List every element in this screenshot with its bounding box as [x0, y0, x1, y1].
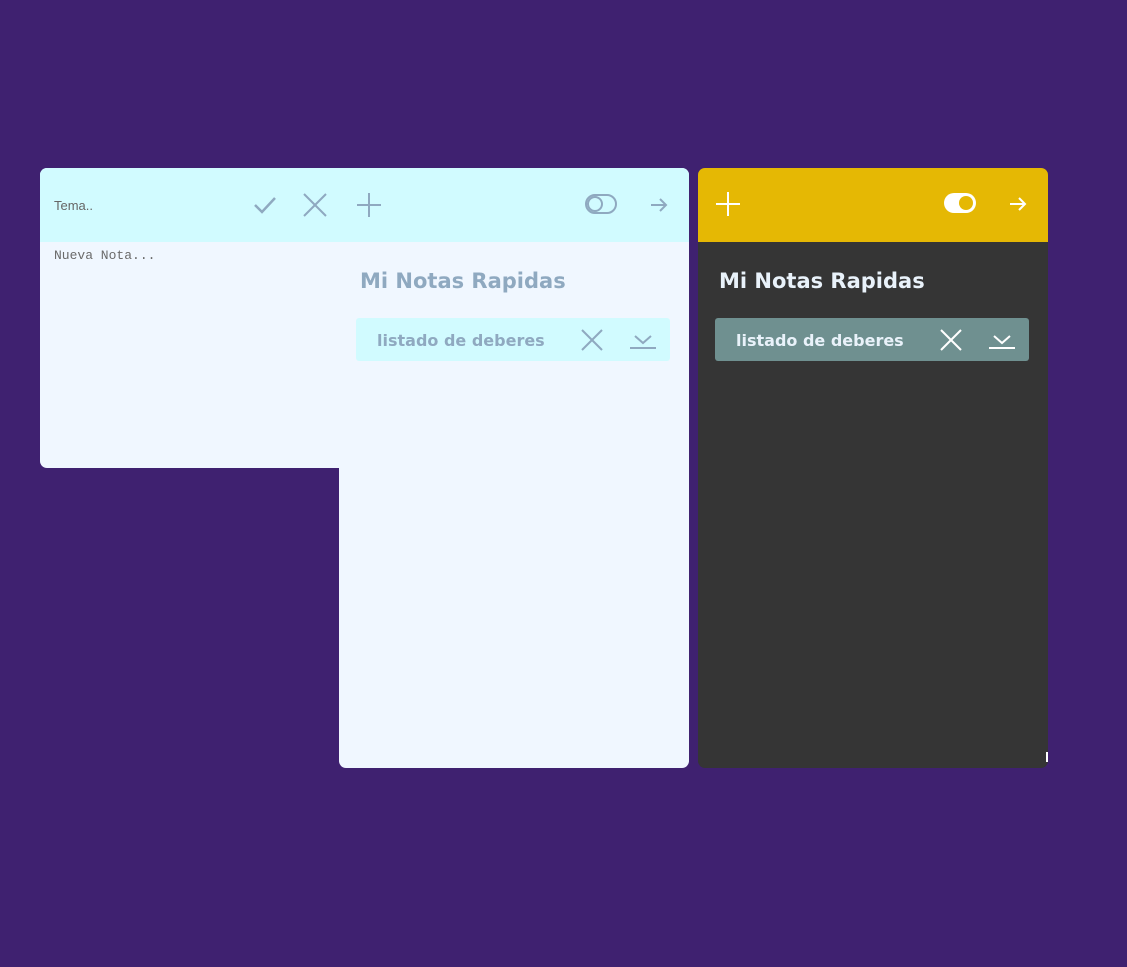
next-button[interactable] — [1006, 192, 1030, 216]
editor-header — [40, 168, 360, 242]
download-icon — [989, 335, 1015, 349]
close-icon — [581, 329, 603, 351]
save-note-button[interactable] — [250, 190, 280, 220]
plus-icon — [716, 192, 740, 216]
plus-icon — [357, 193, 381, 217]
theme-toggle[interactable] — [943, 192, 977, 214]
toggle-off-icon — [585, 194, 617, 214]
app-title: Mi Notas Rapidas — [360, 269, 566, 293]
app-title: Mi Notas Rapidas — [719, 269, 925, 293]
check-icon — [254, 197, 276, 214]
resize-handle — [1046, 752, 1048, 762]
discard-note-button[interactable] — [300, 190, 330, 220]
download-icon — [630, 335, 656, 349]
theme-toggle[interactable] — [584, 193, 618, 215]
download-note-button[interactable] — [987, 325, 1017, 355]
notes-app-light: Mi Notas Rapidas listado de deberes — [339, 168, 689, 768]
note-list-item[interactable]: listado de deberes — [356, 318, 670, 361]
add-note-button[interactable] — [712, 188, 744, 220]
note-item-label: listado de deberes — [377, 331, 545, 350]
note-editor-panel — [40, 168, 360, 468]
toggle-on-icon — [944, 193, 976, 213]
close-icon — [940, 329, 962, 351]
delete-note-button[interactable] — [936, 325, 966, 355]
download-note-button[interactable] — [628, 325, 658, 355]
app-header — [339, 168, 689, 242]
notes-app-dark: Mi Notas Rapidas listado de deberes — [698, 168, 1048, 768]
add-note-button[interactable] — [353, 189, 385, 221]
page-background: Mi Notas Rapidas listado de deberes — [0, 0, 1127, 967]
close-icon — [303, 193, 327, 217]
next-button[interactable] — [647, 193, 671, 217]
note-body-textarea[interactable] — [54, 248, 314, 428]
topic-input[interactable] — [54, 196, 224, 214]
arrow-right-icon — [651, 198, 668, 212]
arrow-right-icon — [1010, 197, 1027, 211]
app-header — [698, 168, 1048, 242]
delete-note-button[interactable] — [577, 325, 607, 355]
note-item-label: listado de deberes — [736, 331, 904, 350]
note-list-item[interactable]: listado de deberes — [715, 318, 1029, 361]
